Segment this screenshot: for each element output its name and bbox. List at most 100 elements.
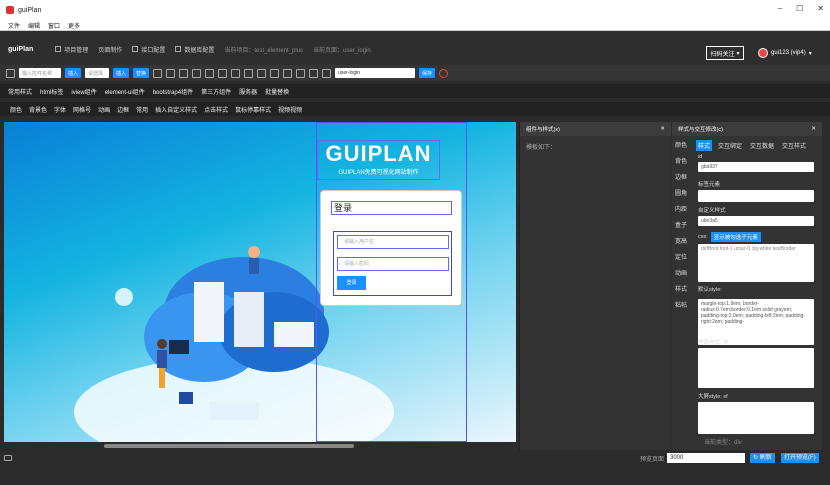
- nav-db-config[interactable]: 数据库配置: [175, 45, 214, 54]
- database-icon: [175, 46, 182, 52]
- nav-page-make[interactable]: 页面制作: [98, 45, 122, 54]
- cat-third-party[interactable]: 第三方组件: [201, 87, 231, 96]
- screen-style-input[interactable]: [698, 402, 814, 434]
- cat2-grid[interactable]: 网格号: [73, 105, 91, 114]
- monitor-icon[interactable]: [309, 68, 319, 78]
- insert-button[interactable]: 插入: [65, 68, 82, 78]
- grid-icon[interactable]: [270, 68, 280, 78]
- nav-api-config[interactable]: 接口配置: [132, 45, 165, 54]
- component-select[interactable]: 请选择: [85, 68, 110, 78]
- components-panel-title: 组件与样式(x): [526, 127, 560, 133]
- copy-icon[interactable]: [205, 68, 215, 78]
- hover-style-input[interactable]: [698, 348, 814, 388]
- tab-interaction-style[interactable]: 交互样式: [780, 140, 808, 151]
- menu-file[interactable]: 文件: [8, 21, 20, 30]
- maximize-button[interactable]: ☐: [796, 4, 803, 13]
- side-tab[interactable]: 样式: [672, 282, 694, 298]
- image-icon[interactable]: [179, 68, 189, 78]
- style-tabs: 样式 交互绑定 交互数据 交互样式: [696, 140, 808, 151]
- text-icon[interactable]: [153, 68, 163, 78]
- minimize-button[interactable]: –: [778, 4, 782, 13]
- username-input[interactable]: 请输入用户名: [337, 235, 449, 249]
- side-tab[interactable]: 边框: [672, 170, 694, 186]
- layout-icon[interactable]: [192, 68, 202, 78]
- login-card[interactable]: 登录 请输入用户名 请输入密码 登录: [320, 190, 462, 306]
- column-icon[interactable]: [283, 68, 293, 78]
- menu-more[interactable]: 更多: [68, 21, 80, 30]
- cat2-border[interactable]: 边框: [117, 105, 129, 114]
- hover-style-label: 停靠样式: ⊕: [698, 340, 729, 346]
- settings-icon[interactable]: [6, 68, 15, 78]
- cat2-anim[interactable]: 动画: [98, 105, 110, 114]
- font-size-icon[interactable]: [166, 68, 176, 78]
- tab-style[interactable]: 样式: [696, 140, 713, 151]
- add-icon[interactable]: ⊕: [723, 340, 729, 346]
- record-icon[interactable]: [439, 68, 449, 78]
- id-input[interactable]: gba937: [698, 162, 814, 172]
- menu-edit[interactable]: 编辑: [28, 21, 40, 30]
- align-left-icon[interactable]: [231, 68, 241, 78]
- avatar: [758, 48, 768, 58]
- cat-iview[interactable]: iview组件: [71, 87, 96, 96]
- save-button[interactable]: 保存: [419, 68, 436, 78]
- align-center-icon[interactable]: [244, 68, 254, 78]
- cat-element[interactable]: element-ui组件: [105, 87, 145, 96]
- follow-button[interactable]: 扫码关注 ▾: [706, 46, 744, 60]
- cat2-bg[interactable]: 背景色: [29, 105, 47, 114]
- cat-batch-replace[interactable]: 批量替换: [265, 87, 289, 96]
- cat2-color[interactable]: 颜色: [10, 105, 22, 114]
- open-preview-button[interactable]: 打开预览(F): [781, 453, 819, 463]
- cat-html[interactable]: html标签: [40, 87, 63, 96]
- cat2-hover[interactable]: 鼠标停靠样式: [235, 105, 271, 114]
- brand-name: guiPlan: [8, 45, 34, 53]
- password-input[interactable]: 请输入密码: [337, 257, 449, 271]
- css-input[interactable]: defBord font-1 umar-l1 bg-white testBord…: [698, 244, 814, 282]
- cat2-video[interactable]: 视频视频: [278, 105, 302, 114]
- side-tab[interactable]: 内距: [672, 202, 694, 218]
- side-tab[interactable]: 背色: [672, 154, 694, 170]
- tab-interaction-bind[interactable]: 交互绑定: [716, 140, 744, 151]
- nav-project-manage[interactable]: 项目管理: [55, 45, 88, 54]
- side-tab[interactable]: 粘帖: [672, 298, 694, 314]
- cat-server[interactable]: 服务器: [239, 87, 257, 96]
- cat2-custom[interactable]: 插入自定义样式: [155, 105, 197, 114]
- menu-window[interactable]: 窗口: [48, 21, 60, 30]
- replace-button[interactable]: 替换: [133, 68, 150, 78]
- style-panel: 样式与交互修改(c) ✕ 颜色 背色 边框 圆角 内距 盒子 宽高 定位 动画 样…: [672, 122, 822, 450]
- cat-bootstrap[interactable]: bootstrap4组件: [153, 87, 193, 96]
- preview-port-input[interactable]: 3000: [667, 453, 745, 463]
- side-tab[interactable]: 圆角: [672, 186, 694, 202]
- page-name-input[interactable]: user-login: [335, 68, 416, 78]
- close-icon[interactable]: ✕: [660, 126, 665, 132]
- side-tab[interactable]: 颜色: [672, 138, 694, 154]
- login-button[interactable]: 登录: [337, 276, 366, 290]
- cat2-common[interactable]: 常用: [136, 105, 148, 114]
- refresh-button[interactable]: ↻ 刷新: [750, 453, 775, 463]
- tab-interaction-data[interactable]: 交互数据: [748, 140, 776, 151]
- user-menu[interactable]: gui123 (vip4) ▾: [758, 48, 812, 58]
- cat-common-style[interactable]: 常用样式: [8, 87, 32, 96]
- cat2-click[interactable]: 点击样式: [204, 105, 228, 114]
- tag-input[interactable]: [698, 190, 814, 202]
- style-side-tabs: 颜色 背色 边框 圆角 内距 盒子 宽高 定位 动画 样式 粘帖: [672, 138, 694, 314]
- side-tab[interactable]: 盒子: [672, 218, 694, 234]
- delete-icon[interactable]: [218, 68, 228, 78]
- align-right-icon[interactable]: [257, 68, 267, 78]
- table-icon[interactable]: [296, 68, 306, 78]
- side-tab[interactable]: 定位: [672, 250, 694, 266]
- chevron-down-icon: ▾: [808, 50, 812, 57]
- side-tab[interactable]: 动画: [672, 266, 694, 282]
- custom-style-input[interactable]: ube3a5: [698, 216, 814, 226]
- insert-button-2[interactable]: 插入: [113, 68, 130, 78]
- folder-icon: [55, 46, 62, 52]
- component-search-input[interactable]: 输入控件名称: [19, 68, 61, 78]
- side-tab[interactable]: 宽高: [672, 234, 694, 250]
- window-icon[interactable]: [4, 455, 12, 461]
- close-icon[interactable]: ✕: [811, 126, 816, 132]
- cat2-font[interactable]: 字体: [54, 105, 66, 114]
- show-children-button[interactable]: 显示被勾选子元素: [710, 232, 761, 242]
- panel-icon[interactable]: [322, 68, 332, 78]
- canvas-scrollbar[interactable]: [4, 442, 516, 450]
- scroll-thumb[interactable]: [104, 444, 354, 448]
- close-window-button[interactable]: ✕: [817, 4, 824, 13]
